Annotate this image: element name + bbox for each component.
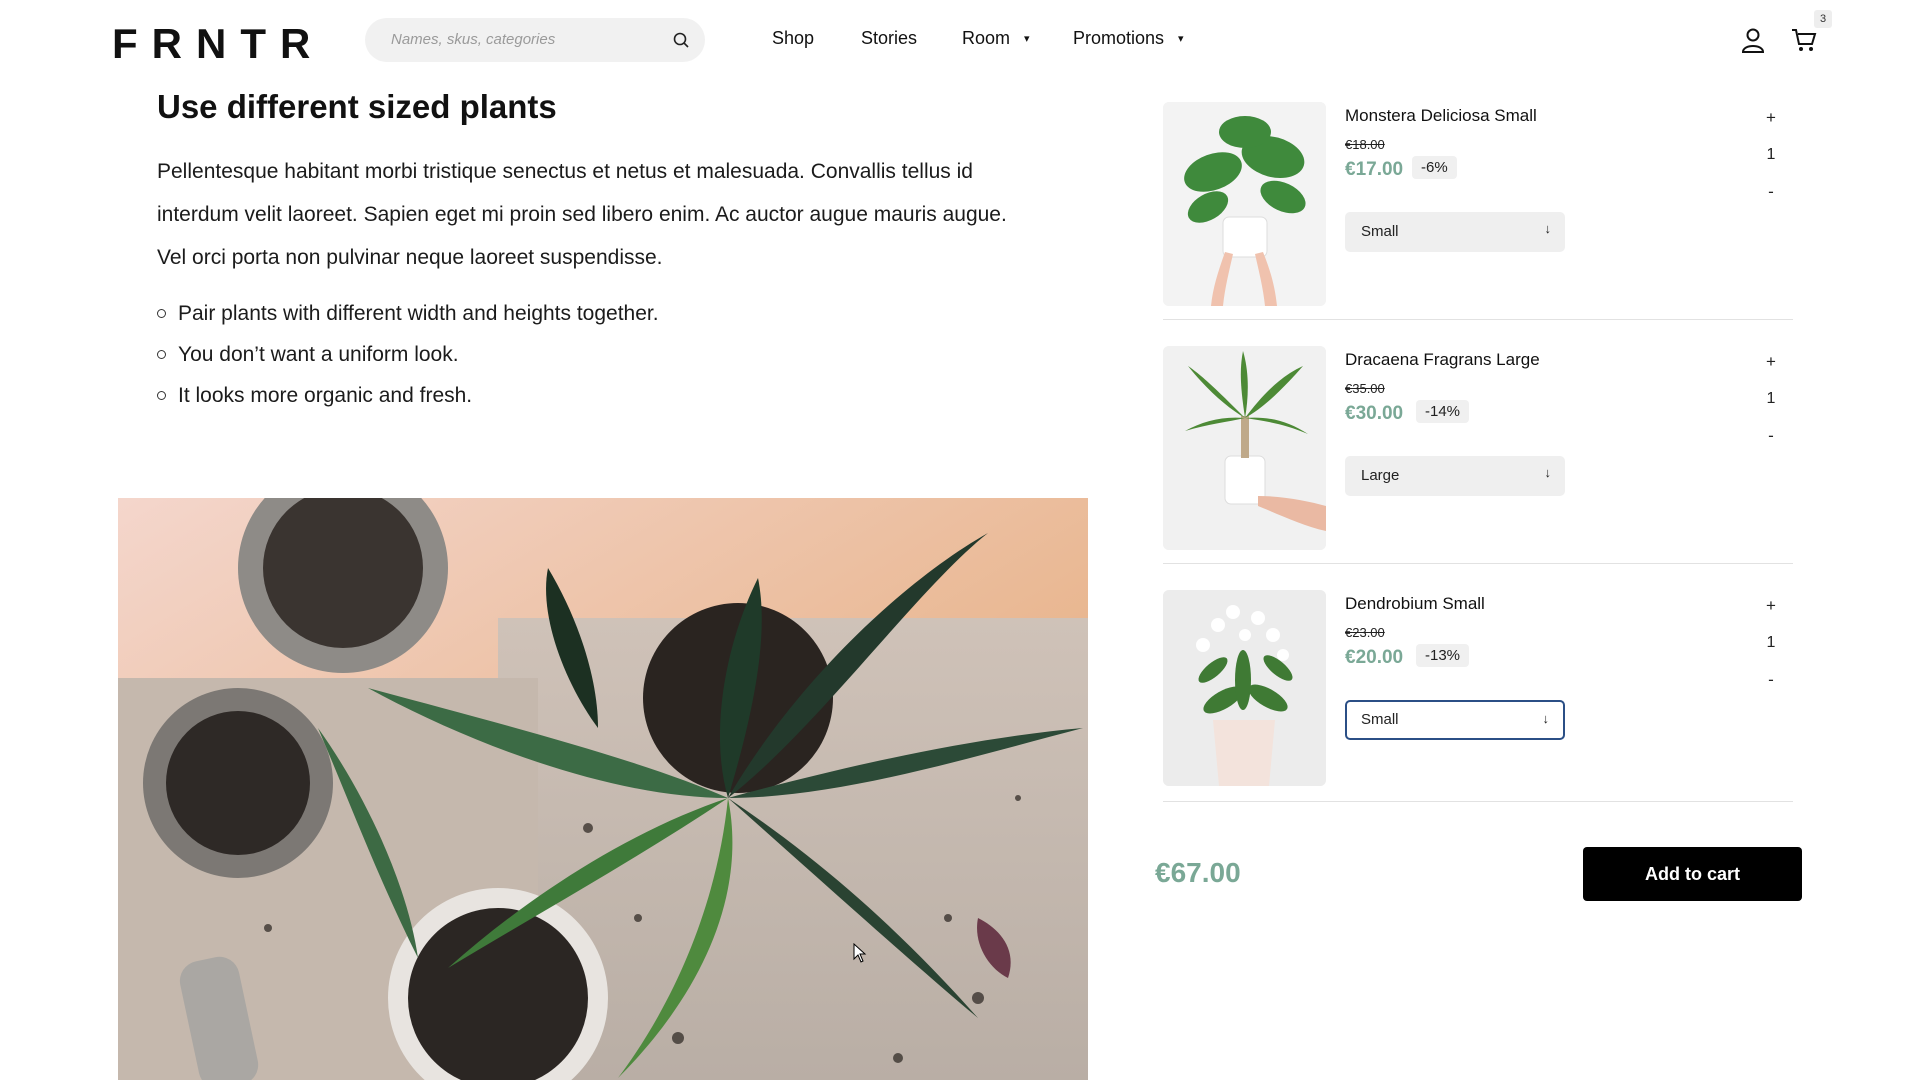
original-price: €35.00 (1345, 381, 1385, 396)
list-item-text: Pair plants with different width and hei… (178, 302, 659, 325)
list-item-text: It looks more organic and fresh. (178, 384, 473, 407)
nav-shop[interactable]: Shop (772, 28, 814, 49)
search-icon[interactable] (671, 30, 691, 50)
quantity-decrease-button[interactable]: - (1763, 182, 1779, 202)
article-photo (118, 498, 1088, 1080)
size-select[interactable]: Small ↓ (1345, 212, 1565, 252)
bullet-icon (157, 309, 166, 318)
article-section: Use different sized plants Pellentesque … (157, 88, 1027, 416)
quantity-increase-button[interactable]: + (1763, 108, 1779, 128)
nav-room[interactable]: Room ▾ (962, 28, 1030, 49)
discount-badge: -6% (1412, 156, 1457, 179)
nav-promotions-label: Promotions (1073, 28, 1165, 48)
nav-promotions[interactable]: Promotions ▾ (1073, 28, 1184, 49)
article-bullet-list: Pair plants with different width and hei… (157, 293, 1027, 416)
list-item-text: You don’t want a uniform look. (178, 343, 459, 366)
site-logo[interactable]: FRNTR (112, 20, 324, 68)
caret-down-icon: ▾ (1024, 33, 1030, 45)
bullet-icon (157, 350, 166, 359)
dracaena-plant-image (1163, 346, 1326, 550)
quantity-decrease-button[interactable]: - (1763, 426, 1779, 446)
cart-count-badge: 3 (1814, 10, 1832, 28)
size-select[interactable]: Large ↓ (1345, 456, 1565, 496)
size-select[interactable]: Small ↓ (1345, 700, 1565, 740)
dendrobium-plant-image (1163, 590, 1326, 786)
article-heading: Use different sized plants (157, 88, 557, 125)
user-icon[interactable] (1740, 26, 1766, 54)
original-price: €18.00 (1345, 137, 1385, 152)
search-input[interactable]: Names, skus, categories (365, 18, 705, 62)
cart-total: €67.00 (1155, 857, 1241, 888)
list-item: It looks more organic and fresh. (157, 375, 1027, 416)
sale-price: €17.00 (1345, 159, 1404, 180)
arrow-down-icon: ↓ (1544, 221, 1552, 236)
quantity-decrease-button[interactable]: - (1763, 670, 1779, 690)
quantity-value: 1 (1766, 390, 1776, 407)
discount-badge: -13% (1416, 644, 1470, 667)
cart-item: Monstera Deliciosa Small €18.00 €17.00 -… (1163, 102, 1793, 320)
discount-badge: -14% (1416, 400, 1470, 423)
article-paragraph: Pellentesque habitant morbi tristique se… (157, 160, 1007, 269)
nav-stories[interactable]: Stories (861, 28, 917, 49)
cart-icon[interactable] (1790, 26, 1818, 54)
list-item: Pair plants with different width and hei… (157, 293, 1027, 334)
size-select-value: Large (1361, 467, 1400, 484)
product-thumbnail[interactable] (1163, 102, 1326, 306)
mouse-cursor-icon (853, 943, 867, 963)
nav-room-label: Room (962, 28, 1011, 48)
site-header: FRNTR Names, skus, categories Shop Stori… (0, 0, 1920, 78)
plants-photo-image (118, 498, 1088, 1080)
monstera-plant-image (1163, 102, 1326, 306)
quantity-value: 1 (1766, 634, 1776, 651)
size-select-value: Small (1361, 711, 1399, 728)
product-name[interactable]: Monstera Deliciosa Small (1345, 106, 1537, 126)
arrow-down-icon: ↓ (1544, 465, 1552, 480)
sale-price: €20.00 (1345, 647, 1404, 668)
search-placeholder: Names, skus, categories (391, 31, 556, 48)
list-item: You don’t want a uniform look. (157, 334, 1027, 375)
cart-item: Dendrobium Small €23.00 €20.00 -13% Smal… (1163, 590, 1793, 802)
product-thumbnail[interactable] (1163, 590, 1326, 786)
add-to-cart-button[interactable]: Add to cart (1583, 847, 1802, 901)
sale-price: €30.00 (1345, 403, 1404, 424)
quantity-increase-button[interactable]: + (1763, 352, 1779, 372)
nav-shop-label: Shop (772, 28, 815, 48)
bullet-icon (157, 391, 166, 400)
product-thumbnail[interactable] (1163, 346, 1326, 550)
quantity-value: 1 (1766, 146, 1776, 163)
caret-down-icon: ▾ (1178, 33, 1184, 45)
quantity-increase-button[interactable]: + (1763, 596, 1779, 616)
cart-item: Dracaena Fragrans Large €35.00 €30.00 -1… (1163, 346, 1793, 564)
size-select-value: Small (1361, 223, 1399, 240)
arrow-down-icon: ↓ (1542, 711, 1550, 726)
original-price: €23.00 (1345, 625, 1385, 640)
product-name[interactable]: Dendrobium Small (1345, 594, 1485, 614)
nav-stories-label: Stories (861, 28, 918, 48)
product-name[interactable]: Dracaena Fragrans Large (1345, 350, 1540, 370)
